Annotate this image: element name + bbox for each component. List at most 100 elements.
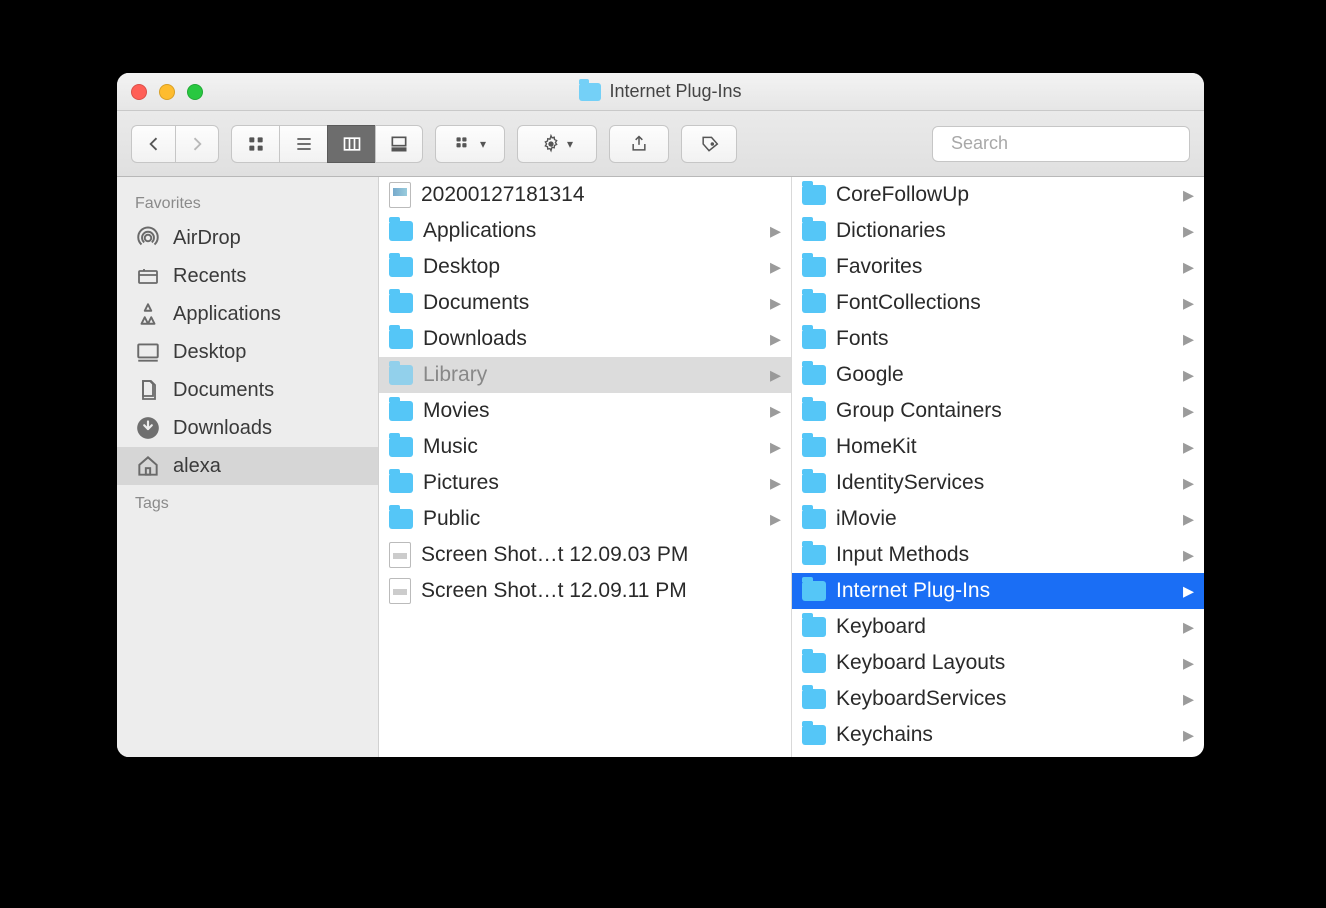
- sidebar-item-label: Recents: [173, 265, 246, 288]
- item-label: IdentityServices: [836, 471, 984, 495]
- sidebar-item-label: Desktop: [173, 341, 246, 364]
- zoom-window-button[interactable]: [187, 84, 203, 100]
- item-label: Library: [423, 363, 487, 387]
- chevron-right-icon: ▸: [1183, 506, 1194, 532]
- edit-tags-button[interactable]: [681, 125, 737, 163]
- list-item[interactable]: Favorites▸: [792, 249, 1204, 285]
- folder-icon: [802, 509, 826, 529]
- item-label: Movies: [423, 399, 490, 423]
- list-item[interactable]: Pictures▸: [379, 465, 791, 501]
- share-group: [609, 125, 669, 163]
- list-item[interactable]: Applications▸: [379, 213, 791, 249]
- chevron-right-icon: ▸: [770, 506, 781, 532]
- list-view-button[interactable]: [279, 125, 327, 163]
- sidebar-item-airdrop[interactable]: AirDrop: [117, 219, 378, 257]
- list-item[interactable]: KeyboardServices▸: [792, 681, 1204, 717]
- list-item[interactable]: Google ▸: [792, 357, 1204, 393]
- search-input[interactable]: [951, 133, 1183, 154]
- sidebar-item-downloads[interactable]: Downloads: [117, 409, 378, 447]
- list-item[interactable]: Internet Plug-Ins▸: [792, 573, 1204, 609]
- list-item[interactable]: Music▸: [379, 429, 791, 465]
- action-button[interactable]: ▾: [517, 125, 597, 163]
- item-label: Desktop: [423, 255, 500, 279]
- folder-icon: [802, 653, 826, 673]
- titlebar: Internet Plug-Ins: [117, 73, 1204, 111]
- list-item[interactable]: Screen Shot…t 12.09.11 PM: [379, 573, 791, 609]
- column-view-button[interactable]: [327, 125, 375, 163]
- image-file-icon: [389, 578, 411, 604]
- list-item[interactable]: Group Containers▸: [792, 393, 1204, 429]
- folder-icon: [802, 473, 826, 493]
- close-window-button[interactable]: [131, 84, 147, 100]
- list-item[interactable]: Keychains▸: [792, 717, 1204, 753]
- item-label: FontCollections: [836, 291, 981, 315]
- list-item[interactable]: Keyboard Layouts▸: [792, 645, 1204, 681]
- item-label: Input Methods: [836, 543, 969, 567]
- finder-window: Internet Plug-Ins ▾ ▾: [117, 73, 1204, 757]
- list-item[interactable]: iMovie▸: [792, 501, 1204, 537]
- folder-icon: [802, 401, 826, 421]
- window-title-text: Internet Plug-Ins: [609, 81, 741, 102]
- folder-icon: [802, 329, 826, 349]
- folder-icon: [802, 293, 826, 313]
- back-button[interactable]: [131, 125, 175, 163]
- window-body: Favorites AirDrop Recents Applications Desk…: [117, 177, 1204, 757]
- desktop-icon: [135, 339, 161, 365]
- list-item[interactable]: IdentityServices▸: [792, 465, 1204, 501]
- list-item[interactable]: Dictionaries▸: [792, 213, 1204, 249]
- folder-icon: [389, 437, 413, 457]
- sidebar-item-alexa[interactable]: alexa: [117, 447, 378, 485]
- list-item[interactable]: HomeKit ▸: [792, 429, 1204, 465]
- column-0[interactable]: 20200127181314Applications▸Desktop▸Docum…: [379, 177, 792, 757]
- gallery-view-button[interactable]: [375, 125, 423, 163]
- sidebar-item-label: Documents: [173, 379, 274, 402]
- chevron-right-icon: ▸: [1183, 650, 1194, 676]
- documents-icon: [135, 377, 161, 403]
- minimize-window-button[interactable]: [159, 84, 175, 100]
- chevron-right-icon: ▸: [770, 362, 781, 388]
- airdrop-icon: [135, 225, 161, 251]
- column-1[interactable]: CoreFollowUp▸Dictionaries▸Favorites▸Font…: [792, 177, 1204, 757]
- group-by-button[interactable]: ▾: [435, 125, 505, 163]
- sidebar-item-desktop[interactable]: Desktop: [117, 333, 378, 371]
- list-item[interactable]: Documents ▸: [379, 285, 791, 321]
- item-label: KeyboardServices: [836, 687, 1006, 711]
- list-item[interactable]: CoreFollowUp▸: [792, 177, 1204, 213]
- list-item[interactable]: Movies▸: [379, 393, 791, 429]
- list-item[interactable]: Keyboard▸: [792, 609, 1204, 645]
- sidebar-item-recents[interactable]: Recents: [117, 257, 378, 295]
- list-item[interactable]: Downloads▸: [379, 321, 791, 357]
- sidebar-item-applications[interactable]: Applications: [117, 295, 378, 333]
- sidebar: Favorites AirDropRecentsApplicationsDesk…: [117, 177, 379, 757]
- item-label: Favorites: [836, 255, 922, 279]
- list-item[interactable]: Library ▸: [379, 357, 791, 393]
- folder-icon: [389, 293, 413, 313]
- view-group: [231, 125, 423, 163]
- nav-group: [131, 125, 219, 163]
- search-field[interactable]: [932, 126, 1190, 162]
- chevron-right-icon: ▸: [1183, 362, 1194, 388]
- list-item[interactable]: Fonts▸: [792, 321, 1204, 357]
- folder-icon: [802, 185, 826, 205]
- sidebar-item-label: Applications: [173, 303, 281, 326]
- item-label: Documents: [423, 291, 529, 315]
- forward-button[interactable]: [175, 125, 219, 163]
- item-label: Group Containers: [836, 399, 1002, 423]
- share-button[interactable]: [609, 125, 669, 163]
- item-label: HomeKit: [836, 435, 917, 459]
- item-label: 20200127181314: [421, 183, 585, 207]
- chevron-right-icon: ▸: [770, 470, 781, 496]
- chevron-right-icon: ▸: [770, 290, 781, 316]
- sidebar-item-documents[interactable]: Documents: [117, 371, 378, 409]
- group-by-group: ▾: [435, 125, 505, 163]
- list-item[interactable]: 20200127181314: [379, 177, 791, 213]
- item-label: Public: [423, 507, 480, 531]
- list-item[interactable]: Screen Shot…t 12.09.03 PM: [379, 537, 791, 573]
- list-item[interactable]: Public ▸: [379, 501, 791, 537]
- item-label: Google: [836, 363, 904, 387]
- list-item[interactable]: FontCollections▸: [792, 285, 1204, 321]
- list-item[interactable]: Desktop▸: [379, 249, 791, 285]
- icon-view-button[interactable]: [231, 125, 279, 163]
- chevron-right-icon: ▸: [1183, 434, 1194, 460]
- list-item[interactable]: Input Methods▸: [792, 537, 1204, 573]
